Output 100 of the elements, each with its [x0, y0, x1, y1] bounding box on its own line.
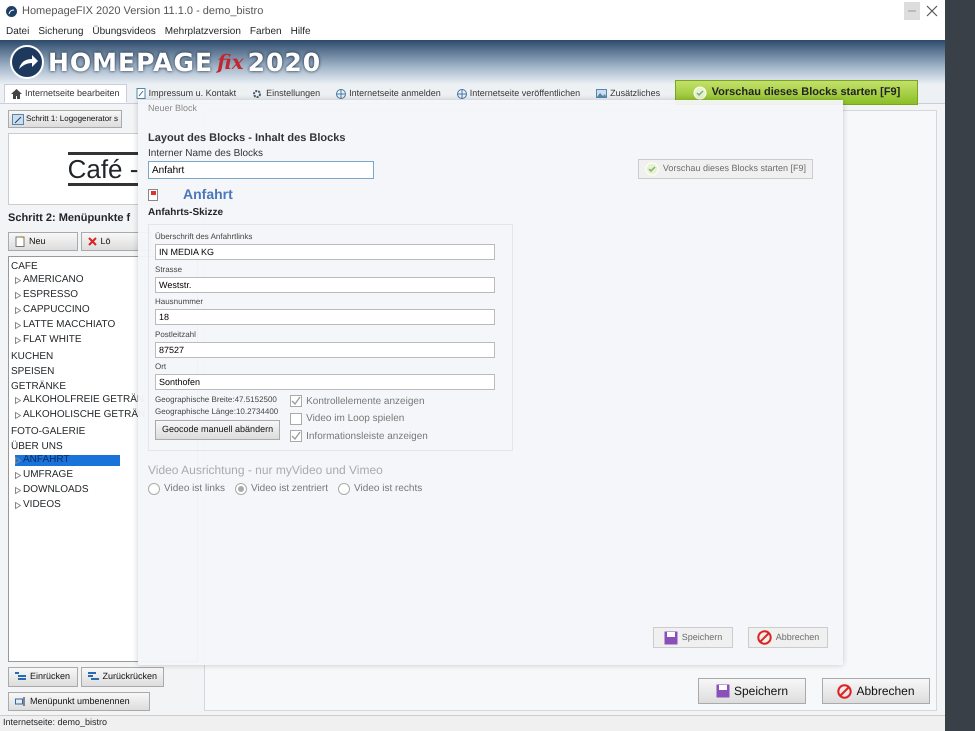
- tab[interactable]: Internetseite anmelden: [329, 84, 448, 103]
- menu-item[interactable]: Hilfe: [290, 24, 311, 38]
- radio-option[interactable]: Video ist zentriert: [234, 481, 328, 496]
- close-button[interactable]: [925, 4, 939, 18]
- triangle-icon: [15, 457, 21, 464]
- triangle-icon: [15, 292, 21, 299]
- tree-item[interactable]: SPEISEN: [11, 367, 54, 378]
- delete-icon: [88, 236, 96, 246]
- checkbox-option[interactable]: Video im Loop spielen: [290, 411, 428, 426]
- field-label: Strasse: [155, 264, 184, 276]
- triangle-icon: [15, 487, 21, 494]
- coordinate-text: Geographische Länge:10.2734400: [155, 406, 280, 418]
- tree-item[interactable]: VIDEOS: [15, 500, 61, 511]
- input-field[interactable]: Sonthofen: [155, 374, 495, 390]
- check-circle-icon: [644, 162, 659, 176]
- triangle-icon: [15, 277, 21, 284]
- group-heading: Video Ausrichtung - nur myVideo und Vimeo: [148, 462, 384, 478]
- radio-button[interactable]: [338, 482, 350, 494]
- radio-button[interactable]: [234, 482, 247, 494]
- radio-option[interactable]: Video ist rechts: [338, 481, 422, 496]
- tree-item[interactable]: AMERICANO: [15, 275, 84, 286]
- globe-icon: [456, 88, 467, 98]
- triangle-icon: [15, 412, 21, 419]
- geocode-button[interactable]: Geocode manuell abändern: [155, 420, 280, 440]
- input-field[interactable]: 87527: [155, 342, 495, 358]
- dialog-title: Neuer Block: [148, 102, 198, 115]
- logo-script-text: fix: [217, 50, 244, 74]
- section-heading: Anfahrts-Skizze: [148, 206, 224, 220]
- tree-item[interactable]: ÜBER UNS: [11, 442, 63, 452]
- menu-item[interactable]: Mehrplatzversion: [164, 24, 241, 38]
- toolbar-button[interactable]: Zurückrücken: [80, 667, 164, 686]
- step-button[interactable]: Schritt 1: Logogenerator s: [8, 110, 122, 128]
- logo-text: HOMEPAGE: [48, 48, 214, 76]
- triangle-icon: [15, 337, 21, 344]
- triangle-icon: [15, 322, 21, 329]
- radio-button[interactable]: [148, 482, 160, 494]
- checkbox-option[interactable]: Informationsleiste anzeigen: [290, 428, 428, 444]
- tree-item[interactable]: LATTE MACCHIATO: [15, 320, 116, 331]
- tree-item[interactable]: ALKOHOLFREIE GETRÄN: [15, 395, 144, 406]
- input-field[interactable]: Weststr.: [155, 276, 495, 292]
- tree-item[interactable]: CAFE: [11, 262, 38, 272]
- save-button[interactable]: Speichern: [698, 678, 806, 704]
- indent-icon: [15, 672, 26, 682]
- toolbar-button[interactable]: Neu: [8, 232, 78, 251]
- field-label: Ort: [155, 361, 168, 373]
- triangle-icon: [15, 397, 21, 404]
- minimize-button[interactable]: [904, 2, 920, 20]
- tree-item[interactable]: ALKOHOLISCHE GETRÄN: [15, 410, 146, 421]
- new-document-icon: [15, 236, 25, 247]
- app-logo-icon: [6, 6, 17, 16]
- option-label: Video im Loop spielen: [306, 412, 404, 426]
- field-label: Überschrift des Anfahrtlinks: [155, 231, 254, 243]
- field-label: Interner Name des Blocks: [148, 147, 264, 161]
- logo-year: 2020: [248, 48, 322, 76]
- tree-item[interactable]: UMFRAGE: [15, 470, 73, 481]
- menu-item[interactable]: Übungsvideos: [92, 24, 156, 38]
- tree-item[interactable]: GETRÄNKE: [11, 382, 66, 392]
- tree-item[interactable]: DOWNLOADS: [15, 485, 89, 496]
- rename-icon: [15, 696, 26, 706]
- picture-pen-icon: [12, 114, 24, 124]
- tab[interactable]: Einstellungen: [245, 84, 328, 103]
- outdent-icon: [88, 672, 98, 682]
- option-label: Kontrollelemente anzeigen: [306, 394, 425, 408]
- option-label: Informationsleiste anzeigen: [306, 430, 428, 444]
- block-type-title: Anfahrt: [183, 185, 233, 204]
- checkbox-option[interactable]: Kontrollelemente anzeigen: [290, 394, 428, 408]
- checkbox[interactable]: [290, 395, 302, 407]
- coordinate-text: Geographische Breite:47.5152500: [155, 394, 278, 406]
- cancel-icon: [756, 630, 772, 645]
- cancel-icon: [837, 684, 852, 698]
- input-field[interactable]: Anfahrt: [148, 161, 374, 179]
- status-bar: Internetseite: demo_bistro: [0, 715, 945, 731]
- tree-item[interactable]: CAPPUCCINO: [15, 305, 90, 316]
- radio-option[interactable]: Video ist links: [148, 481, 225, 496]
- field-label: Postleitzahl: [155, 328, 197, 340]
- menu-item[interactable]: Datei: [6, 24, 30, 38]
- picture-icon: [596, 89, 608, 98]
- option-label: Video ist links: [164, 482, 225, 496]
- menu-item[interactable]: Farben: [250, 24, 282, 38]
- menu-item[interactable]: Sicherung: [38, 24, 84, 38]
- toolbar-button[interactable]: Einrücken: [8, 667, 78, 686]
- tab[interactable]: Internetseite veröffentlichen: [450, 84, 588, 103]
- tree-item[interactable]: ESPRESSO: [15, 290, 78, 301]
- arrow-logo-icon: [10, 45, 44, 79]
- tab[interactable]: Impressum u. Kontakt: [128, 84, 244, 103]
- globe-icon: [336, 88, 346, 98]
- tree-item[interactable]: KUCHEN: [11, 352, 54, 362]
- option-label: Video ist zentriert: [250, 482, 328, 496]
- cancel-button[interactable]: Abbrechen: [822, 678, 930, 704]
- input-field[interactable]: IN MEDIA KG: [155, 244, 495, 260]
- rename-button[interactable]: Menüpunkt umbenennen: [8, 692, 150, 711]
- dialog-heading: Layout des Blocks - Inhalt des Blocks: [148, 130, 346, 146]
- checkbox[interactable]: [290, 430, 302, 442]
- tree-item[interactable]: FOTO-GALERIE: [11, 427, 86, 438]
- tab[interactable]: Internetseite bearbeiten: [4, 84, 127, 103]
- input-field[interactable]: 18: [155, 309, 495, 325]
- window-title: HomepageFIX 2020 Version 11.1.0 - demo_bistro: [22, 4, 264, 19]
- checkbox[interactable]: [290, 412, 302, 424]
- triangle-icon: [15, 502, 21, 509]
- tree-item[interactable]: FLAT WHITE: [15, 335, 82, 346]
